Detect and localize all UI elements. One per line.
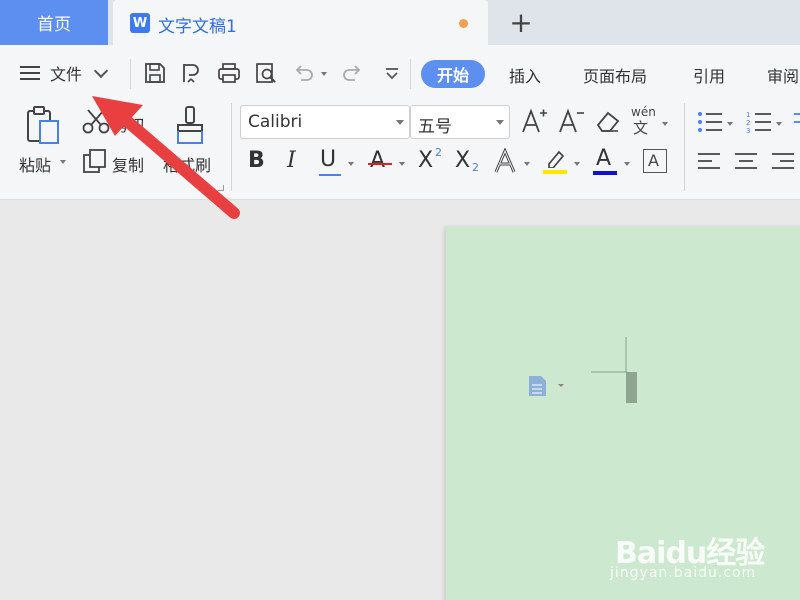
clear-formatting-eraser-icon[interactable] (594, 109, 622, 135)
tab-document[interactable]: W 文字文稿1 (113, 0, 488, 45)
text-cursor (626, 372, 637, 403)
divider (130, 59, 131, 89)
copy-label[interactable]: 复制 (112, 152, 144, 176)
numbered-list-icon[interactable]: 1 2 3 (746, 110, 772, 134)
font-family-value: Calibri (248, 112, 303, 132)
font-color-icon[interactable]: A (593, 146, 619, 176)
svg-text:2: 2 (746, 119, 750, 127)
underline-icon[interactable]: U (318, 147, 344, 177)
align-left-icon[interactable] (697, 151, 721, 173)
menu-row: 文件 开始 插入 页面布局 引用 审阅 (0, 45, 800, 100)
paste-dropdown-icon[interactable] (60, 160, 66, 164)
format-painter-icon[interactable] (172, 105, 208, 147)
wps-writer-icon: W (130, 13, 150, 33)
phonetic-guide-icon: 文 (633, 119, 649, 137)
superscript-icon[interactable]: X 2 (418, 146, 446, 176)
text-effects-icon[interactable] (493, 148, 519, 176)
paste-icon[interactable] (24, 105, 62, 147)
hamburger-icon (20, 66, 40, 80)
divider (410, 59, 411, 89)
strikethrough-icon[interactable]: A (368, 148, 394, 176)
file-menu-button[interactable]: 文件 (20, 59, 109, 87)
bold-icon[interactable]: B (248, 148, 265, 173)
phonetic-guide-button[interactable]: wén 文 (631, 105, 657, 137)
svg-text:1: 1 (746, 111, 750, 119)
divider (684, 103, 685, 191)
customize-toolbar-icon[interactable] (380, 61, 404, 85)
cut-label[interactable]: 剪切 (112, 112, 144, 136)
font-color-dropdown-icon[interactable] (624, 162, 630, 166)
chevron-down-icon (396, 120, 404, 125)
align-right-icon[interactable] (771, 151, 795, 173)
divider (231, 103, 232, 191)
print-preview-icon[interactable] (254, 61, 278, 85)
strikethrough-dropdown-icon[interactable] (399, 162, 405, 166)
tab-page-layout[interactable]: 页面布局 (583, 63, 647, 87)
subscript-icon[interactable]: X 2 (455, 148, 483, 176)
shrink-font-icon[interactable] (557, 107, 585, 135)
tab-start[interactable]: 开始 (421, 60, 485, 88)
phonetic-dropdown-icon[interactable] (662, 122, 668, 126)
tab-bar: 首页 W 文字文稿1 + (0, 0, 800, 45)
document-title: 文字文稿1 (158, 17, 237, 37)
print-icon[interactable] (217, 61, 241, 85)
plus-icon[interactable]: + (505, 6, 537, 39)
multilevel-list-icon[interactable] (794, 110, 800, 134)
highlight-dropdown-icon[interactable] (574, 162, 580, 166)
share-export-icon[interactable] (180, 61, 204, 85)
character-border-icon[interactable]: A (643, 149, 667, 173)
file-menu-label: 文件 (50, 65, 83, 84)
tab-insert[interactable]: 插入 (509, 63, 541, 87)
undo-dropdown-icon[interactable] (321, 72, 327, 76)
grow-font-icon[interactable] (520, 107, 548, 135)
tab-references[interactable]: 引用 (693, 63, 725, 87)
cut-icon[interactable] (82, 108, 110, 134)
bullet-list-icon[interactable] (697, 110, 723, 134)
underline-dropdown-icon[interactable] (348, 162, 354, 166)
undo-icon[interactable] (292, 61, 316, 85)
tab-review[interactable]: 审阅 (767, 63, 799, 87)
chevron-down-icon (496, 120, 504, 125)
paragraph-layout-icon[interactable] (528, 375, 564, 397)
highlight-icon[interactable] (543, 148, 569, 176)
bullet-list-dropdown-icon[interactable] (727, 122, 733, 126)
tab-home[interactable]: 首页 (0, 0, 108, 45)
italic-icon[interactable]: I (287, 148, 296, 173)
save-icon[interactable] (143, 61, 167, 85)
numbered-list-dropdown-icon[interactable] (776, 122, 782, 126)
format-painter-label[interactable]: 格式刷 (163, 152, 211, 176)
text-effects-dropdown-icon[interactable] (524, 162, 530, 166)
ribbon: 文件 开始 插入 页面布局 引用 审阅 粘贴 剪切 复制 格式刷 Calibri… (0, 45, 800, 235)
watermark-url: jingyan.baidu.com (610, 565, 757, 581)
redo-icon[interactable] (340, 61, 364, 85)
chevron-down-icon (93, 63, 109, 78)
clipboard-dialog-launcher-icon[interactable] (218, 185, 224, 191)
font-family-select[interactable]: Calibri (240, 105, 410, 139)
font-size-value: 五号 (418, 117, 452, 137)
align-center-icon[interactable] (734, 151, 758, 173)
font-size-select[interactable]: 五号 (410, 105, 510, 139)
unsaved-dot-icon (459, 19, 468, 28)
paste-label[interactable]: 粘贴 (19, 152, 51, 176)
copy-icon[interactable] (82, 148, 108, 174)
svg-text:3: 3 (746, 127, 750, 134)
